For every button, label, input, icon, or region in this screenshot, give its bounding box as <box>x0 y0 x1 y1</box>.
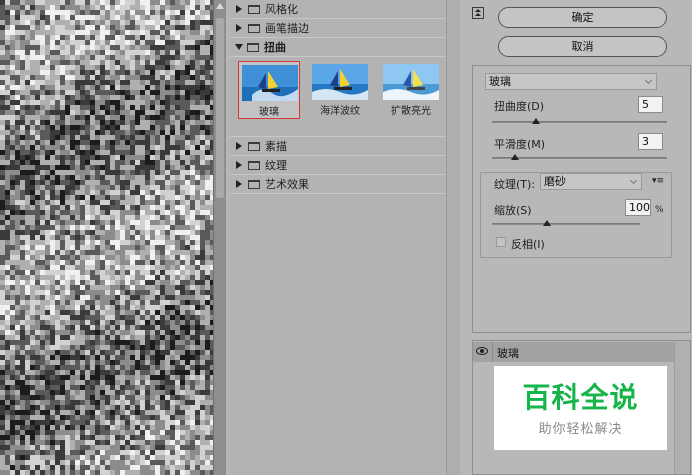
filter-gallery: 风格化 画笔描边 扭曲 玻璃 海洋波纹 扩散亮光 素描 纹理 艺术效果 <box>230 0 446 475</box>
cancel-button[interactable]: 取消 <box>498 36 667 57</box>
chevron-down-icon <box>629 176 638 185</box>
folder-icon <box>248 141 260 151</box>
filter-label: 海洋波纹 <box>320 106 360 117</box>
effect-layer-label: 玻璃 <box>497 347 519 360</box>
smoothness-slider[interactable] <box>492 154 667 160</box>
filter-thumbnails: 玻璃 海洋波纹 扩散亮光 <box>230 57 446 137</box>
chevron-down-icon <box>644 76 653 85</box>
filter-thumb-ocean-ripple[interactable]: 海洋波纹 <box>309 61 371 119</box>
category-label: 素描 <box>265 140 287 153</box>
distortion-slider[interactable] <box>492 118 667 124</box>
distortion-label: 扭曲度(D) <box>494 100 545 113</box>
category-label: 扭曲 <box>264 41 286 54</box>
scrollbar-thumb[interactable] <box>216 18 224 198</box>
filter-preview-image <box>242 65 298 101</box>
category-texture[interactable]: 纹理 <box>230 156 446 175</box>
preview-canvas[interactable] <box>0 0 213 475</box>
scaling-slider-handle[interactable] <box>542 220 551 226</box>
category-label: 艺术效果 <box>265 178 309 191</box>
smoothness-input[interactable]: 3 <box>638 133 663 150</box>
scaling-unit: % <box>655 205 664 215</box>
effect-layer-row[interactable]: 玻璃 <box>473 342 674 362</box>
distortion-slider-handle[interactable] <box>531 118 540 124</box>
preview-image <box>0 0 213 475</box>
watermark-logo: 百科全说 助你轻松解决 <box>494 366 667 450</box>
watermark-subtitle: 助你轻松解决 <box>538 422 623 437</box>
expand-arrow-icon[interactable] <box>236 161 242 169</box>
filter-thumb-glass[interactable]: 玻璃 <box>238 61 300 119</box>
scaling-label: 缩放(S) <box>494 204 532 217</box>
collapse-arrow-icon[interactable] <box>235 44 243 50</box>
category-sketch[interactable]: 素描 <box>230 137 446 156</box>
invert-checkbox[interactable] <box>496 237 506 247</box>
scaling-input[interactable]: 100 <box>625 199 651 216</box>
scaling-slider[interactable] <box>492 220 640 226</box>
filter-thumb-diffuse-glow[interactable]: 扩散亮光 <box>380 61 442 119</box>
folder-icon <box>248 4 260 14</box>
filter-label: 扩散亮光 <box>391 106 431 117</box>
distortion-input[interactable]: 5 <box>638 96 663 113</box>
filter-select-value: 玻璃 <box>489 75 511 88</box>
category-distort[interactable]: 扭曲 <box>230 38 446 57</box>
expand-arrow-icon[interactable] <box>236 142 242 150</box>
filter-preview-image <box>312 64 368 100</box>
gallery-scrollbar[interactable] <box>446 0 460 475</box>
category-brush-strokes[interactable]: 画笔描边 <box>230 19 446 38</box>
category-label: 纹理 <box>265 159 287 172</box>
filter-label: 玻璃 <box>259 107 279 118</box>
folder-icon <box>248 179 260 189</box>
texture-menu-icon[interactable]: ▾≡ <box>652 176 664 186</box>
layers-scrollbar[interactable] <box>674 341 690 474</box>
folder-icon <box>248 160 260 170</box>
scroll-up-arrow-icon[interactable] <box>216 3 224 9</box>
category-stylize[interactable]: 风格化 <box>230 0 446 19</box>
preview-scrollbar[interactable] <box>213 0 226 475</box>
smoothness-slider-handle[interactable] <box>510 154 519 160</box>
expand-arrow-icon[interactable] <box>236 180 242 188</box>
category-label: 画笔描边 <box>265 22 309 35</box>
expand-arrow-icon[interactable] <box>236 5 242 13</box>
layer-divider <box>492 342 493 362</box>
smoothness-label: 平滑度(M) <box>494 138 546 151</box>
collapse-gallery-icon[interactable] <box>472 7 484 19</box>
category-artistic[interactable]: 艺术效果 <box>230 175 446 194</box>
folder-icon <box>248 23 260 33</box>
category-label: 风格化 <box>265 3 298 16</box>
ok-button[interactable]: 确定 <box>498 7 667 28</box>
filter-preview-image <box>383 64 439 100</box>
folder-icon <box>247 42 259 52</box>
expand-arrow-icon[interactable] <box>236 24 242 32</box>
texture-label: 纹理(T): <box>492 176 538 192</box>
texture-select-value: 磨砂 <box>544 175 566 188</box>
watermark-title: 百科全说 <box>522 381 639 414</box>
filter-select[interactable]: 玻璃 <box>485 73 657 90</box>
eye-icon[interactable] <box>476 347 488 355</box>
invert-label: 反相(I) <box>511 238 545 251</box>
texture-select[interactable]: 磨砂 <box>540 173 642 190</box>
